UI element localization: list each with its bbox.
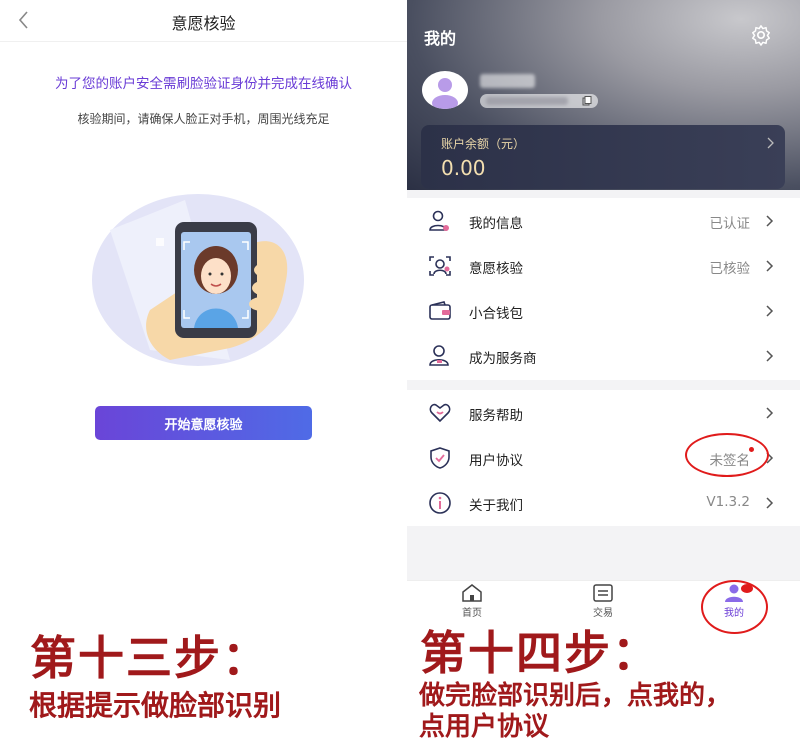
avatar[interactable] [422,71,468,109]
menu-label: 关于我们 [469,498,523,514]
step13-title: 第十三步： [30,631,270,685]
step13-subtitle: 根据提示做脸部识别 [29,689,282,722]
chevron-right-icon [766,497,774,509]
verify-tip: 核验期间，请确保人脸正对手机，周围光线充足 [77,112,330,126]
menu-item-face-verify[interactable]: 意愿核验 已核验 [407,243,800,288]
help-heart-icon [429,403,451,423]
security-notice: 为了您的账户安全需刷脸验证身份并完成在线确认 [55,76,352,92]
annotation-circle-agreement [685,433,769,477]
face-scan-icon [429,256,451,276]
menu-value: V1.3.2 [706,494,750,510]
user-info-icon [429,210,449,231]
page-title: 意愿核验 [171,14,236,33]
home-icon [462,584,482,602]
chevron-right-icon [767,137,774,149]
menu-label: 小合钱包 [469,306,523,322]
user-name-blurred [480,74,535,88]
step14-title: 第十四步： [420,626,660,680]
profile-screen: 我的 账户余额（元） 0.00 我的信息 已认证 意愿核验 已核验 小合钱包 成… [407,0,800,622]
balance-label: 账户余额（元） [441,137,526,151]
menu-value: 已核验 [709,261,751,277]
balance-value: 0.00 [441,156,486,180]
gear-icon[interactable] [750,24,772,46]
chevron-right-icon [766,305,774,317]
face-verify-screen: 意愿核验 为了您的账户安全需刷脸验证身份并完成在线确认 核验期间，请确保人脸正对… [0,0,407,620]
chevron-right-icon [766,407,774,419]
chevron-right-icon [766,260,774,272]
copy-icon[interactable] [582,96,592,106]
menu-label: 我的信息 [469,216,523,232]
face-scan-illustration [92,194,304,366]
notification-dot [749,447,754,452]
wallet-icon [429,301,451,320]
shield-check-icon [430,447,450,469]
notification-dot [741,584,753,593]
annotation-circle-mine-tab [701,580,768,634]
menu-group-account: 我的信息 已认证 意愿核验 已核验 小合钱包 成为服务商 [407,198,800,380]
info-icon [429,492,451,514]
nav-bar: 意愿核验 [0,0,407,42]
menu-item-about-us[interactable]: 关于我们 V1.3.2 [407,480,800,525]
menu-item-wallet[interactable]: 小合钱包 [407,288,800,333]
menu-value: 已认证 [709,216,751,232]
menu-label: 意愿核验 [469,261,523,277]
menu-item-service-help[interactable]: 服务帮助 [407,390,800,435]
start-verify-button[interactable]: 开始意愿核验 [95,406,312,440]
page-title: 我的 [424,29,457,48]
step14-subtitle-line2: 点用户协议 [419,712,550,742]
menu-item-provider[interactable]: 成为服务商 [407,333,800,378]
menu-item-my-info[interactable]: 我的信息 已认证 [407,198,800,243]
chevron-right-icon [766,215,774,227]
user-phone-blurred [480,94,598,108]
trade-icon [593,584,613,602]
balance-card[interactable]: 账户余额（元） 0.00 [421,125,785,189]
menu-label: 用户协议 [469,453,523,469]
menu-label: 服务帮助 [469,408,523,424]
avatar-person-icon [432,78,458,109]
chevron-right-icon [766,350,774,362]
menu-label: 成为服务商 [469,351,537,367]
provider-icon [429,345,449,366]
